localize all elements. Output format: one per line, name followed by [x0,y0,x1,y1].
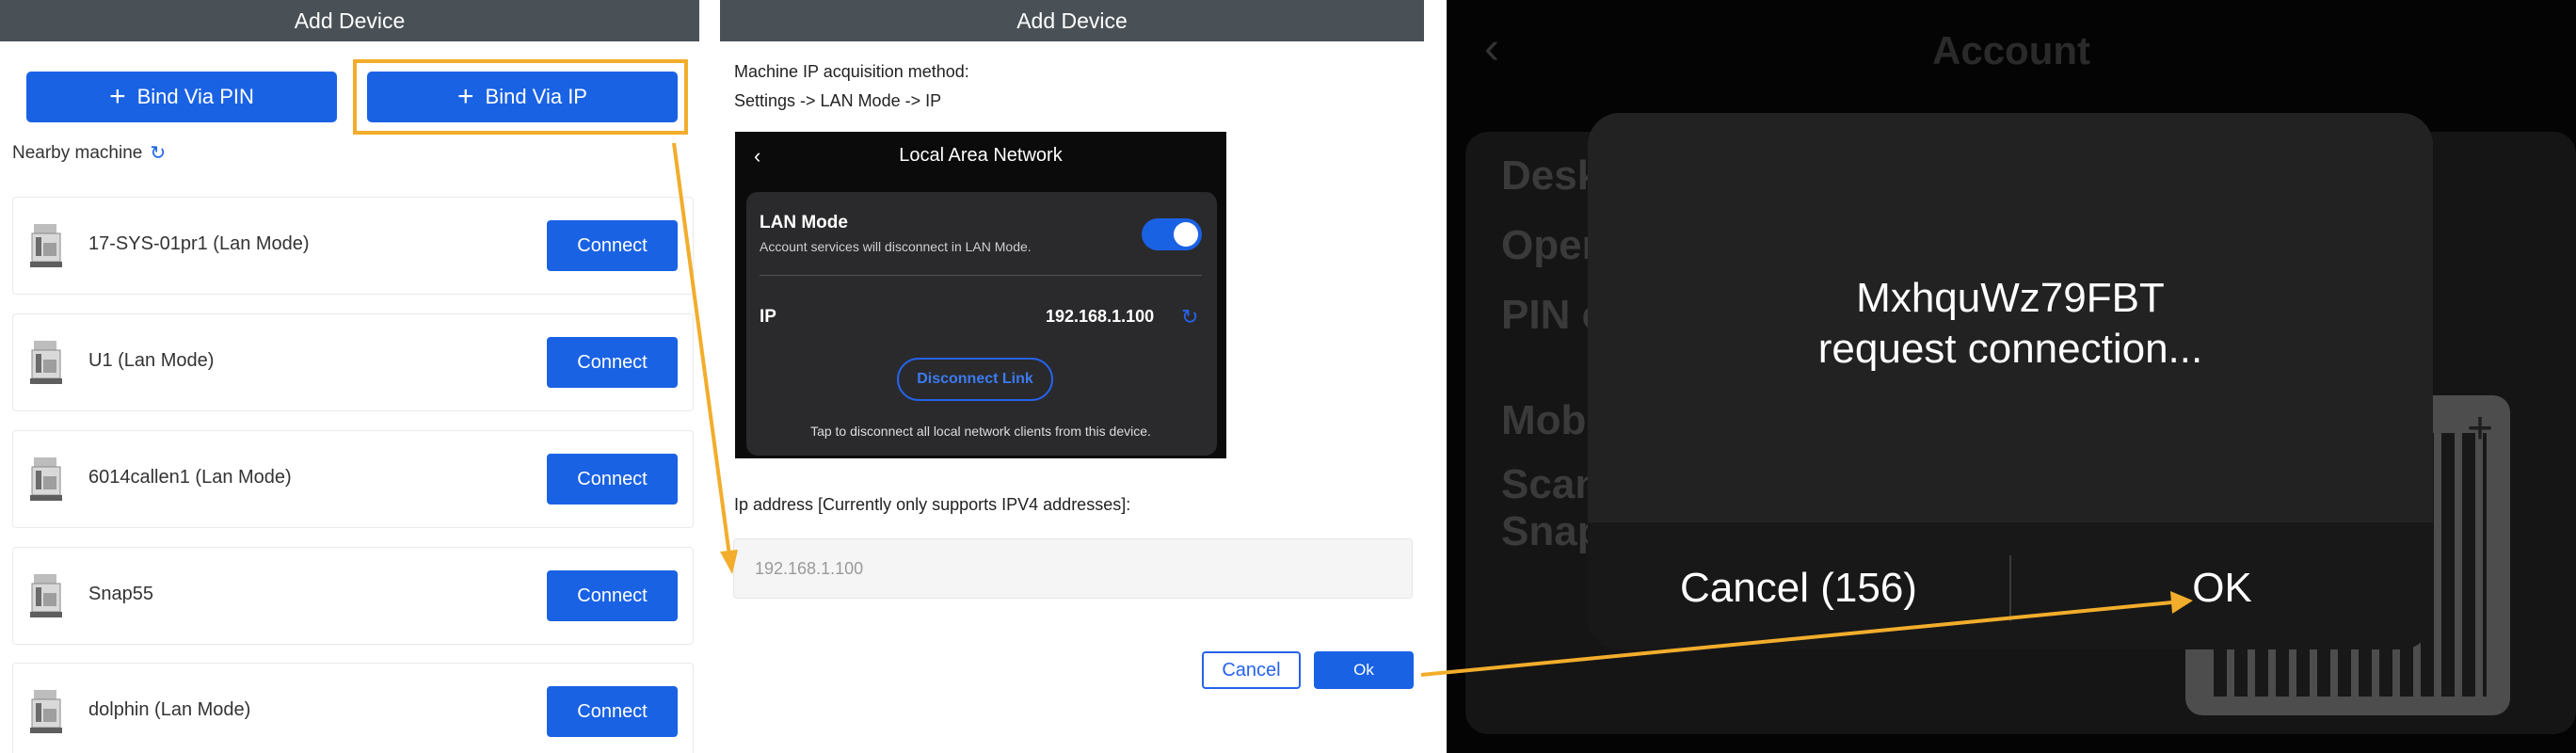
device-name: dolphin (Lan Mode) [88,699,251,720]
method-path-text: Settings -> LAN Mode -> IP [734,91,942,110]
method-text: Machine IP acquisition method: [734,62,969,81]
device-row: U1 (Lan Mode) Connect [12,313,694,411]
disconnect-link-button: Disconnect Link [897,358,1053,401]
background-text: Scan [1501,461,1601,507]
ok-button[interactable]: Ok [1314,651,1414,689]
device-name: Snap55 [88,584,153,604]
device-row: 17-SYS-01pr1 (Lan Mode) Connect [12,197,694,295]
refresh-icon[interactable]: ↻ [150,141,166,165]
plus-icon: + [2466,404,2493,454]
dialog-cancel-button[interactable]: Cancel (156) [1588,555,2009,621]
page-title: Add Device [720,0,1424,41]
page-title: Account [1932,28,2090,72]
nearby-machine-header: Nearby machine ↻ [12,141,166,165]
machine-icon [30,224,62,267]
refresh-icon: ↻ [1181,305,1199,328]
connect-button[interactable]: Connect [547,220,678,271]
cancel-button[interactable]: Cancel [1202,651,1301,689]
ip-placeholder: 192.168.1.100 [755,558,864,578]
ip-value: 192.168.1.100 [1046,307,1155,326]
device-row: 6014callen1 (Lan Mode) Connect [12,430,694,528]
bind-ip-panel: Add Device Machine IP acquisition method… [720,0,1424,753]
ip-label: IP [760,307,776,327]
machine-icon [30,341,62,384]
toggle-knob [1174,222,1198,247]
lan-mode-description: Account services will disconnect in LAN … [760,239,1032,254]
root: Add Device + Bind Via PIN + Bind Via IP … [0,0,2576,753]
ip-prompt-label: Ip address [Currently only supports IPV4… [734,495,1131,514]
background-text: Desk [1501,152,1601,199]
machine-icon [30,574,62,617]
bind-via-pin-label: Bind Via PIN [136,85,254,108]
ip-address-input[interactable]: 192.168.1.100 [733,538,1413,599]
page-title: Add Device [0,0,699,41]
nearby-machine-label: Nearby machine [12,142,143,163]
add-device-panel: Add Device + Bind Via PIN + Bind Via IP … [0,0,699,753]
dialog-message: request connection... [1817,326,2203,372]
lan-mode-label: LAN Mode [760,213,848,232]
device-name: 17-SYS-01pr1 (Lan Mode) [88,233,310,254]
connect-button[interactable]: Connect [547,337,678,388]
chevron-left-icon: ‹ [754,144,761,168]
background-text: Oper [1501,222,1598,268]
machine-icon [30,690,62,733]
connect-button[interactable]: Connect [547,570,678,621]
account-panel: ‹ Account Desk Oper PIN c Mob Scan Snap … [1447,0,2576,753]
disconnect-hint: Tap to disconnect all local network clie… [810,424,1151,439]
device-name: 6014callen1 (Lan Mode) [88,467,292,488]
highlight-box [353,59,688,135]
lan-screen-title: Local Area Network [899,144,1063,166]
device-name: U1 (Lan Mode) [88,350,215,371]
divider [760,275,1202,276]
connect-button[interactable]: Connect [547,454,678,505]
device-row: Snap55 Connect [12,547,694,645]
requesting-device-name: MxhquWz79FBT [1856,275,2165,321]
connect-button[interactable]: Connect [547,686,678,737]
lan-settings-screenshot: Local Area Network ‹ LAN Mode Account se… [735,132,1226,458]
dialog-ok-button[interactable]: OK [2011,555,2433,621]
device-row: dolphin (Lan Mode) Connect [12,663,694,753]
connection-request-dialog: MxhquWz79FBT request connection... Cance… [1588,113,2433,649]
background-text: Mob [1501,397,1587,443]
machine-icon [30,457,62,501]
lan-mode-toggle [1142,218,1202,250]
bind-via-pin-button[interactable]: + Bind Via PIN [26,72,337,122]
plus-icon: + [109,81,126,112]
